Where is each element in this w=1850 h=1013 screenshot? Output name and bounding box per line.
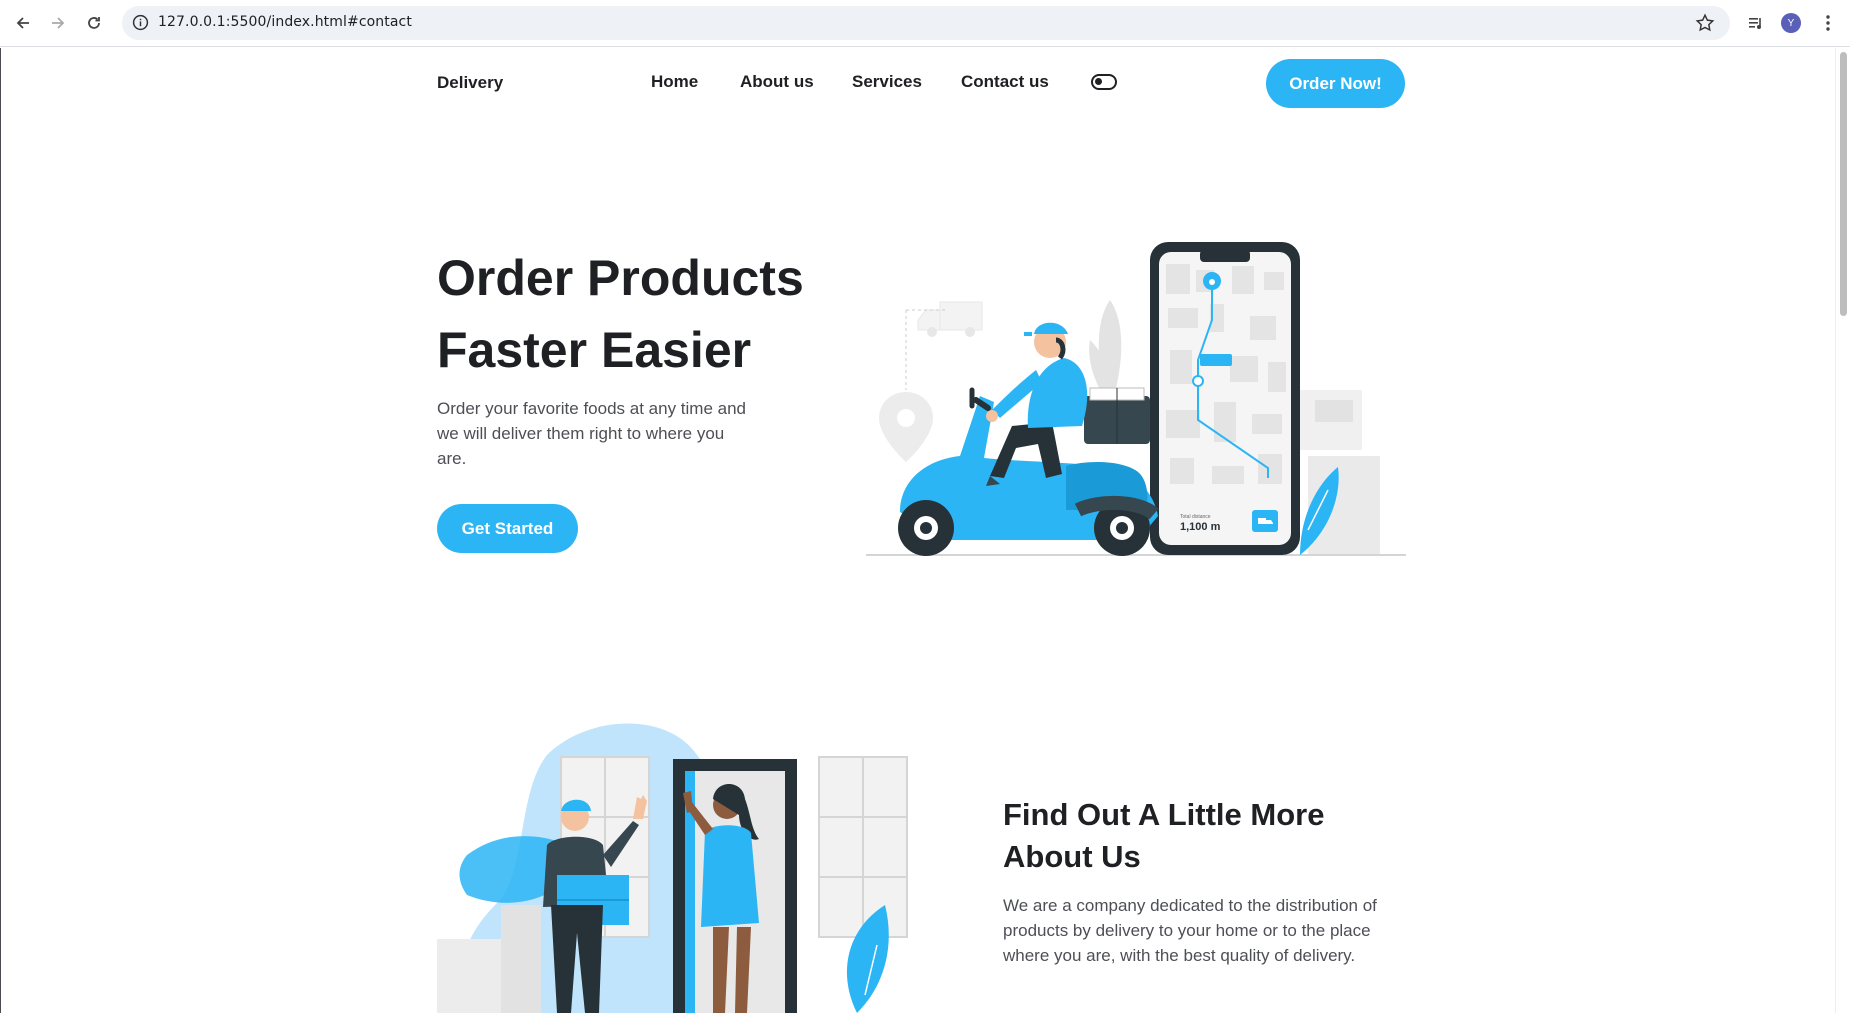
nav-link-contact[interactable]: Contact us — [961, 72, 1049, 92]
browser-toolbar: 127.0.0.1:5500/index.html#contact Y — [0, 0, 1850, 47]
nav-link-home[interactable]: Home — [651, 72, 698, 92]
about-title-line2: About Us — [1003, 839, 1141, 874]
url-text[interactable]: 127.0.0.1:5500/index.html#contact — [158, 14, 412, 30]
about-title: Find Out A Little More About Us — [1003, 794, 1383, 878]
page-scrollbar[interactable] — [1835, 48, 1850, 1013]
browser-menu-icon[interactable] — [1815, 10, 1841, 36]
about-description: We are a company dedicated to the distri… — [1003, 896, 1377, 965]
truck-icon — [917, 301, 983, 337]
address-bar[interactable]: 127.0.0.1:5500/index.html#contact — [122, 6, 1730, 40]
order-now-button[interactable]: Order Now! — [1266, 59, 1405, 108]
hero-title: Order Products Faster Easier — [437, 242, 857, 386]
media-control-icon[interactable] — [1743, 10, 1769, 36]
window-edge — [0, 48, 1, 1013]
forward-icon[interactable] — [45, 10, 71, 36]
phone-distance-label: Total distance — [1180, 514, 1211, 520]
about-title-line1: Find Out A Little More — [1003, 797, 1325, 832]
theme-toggle-icon[interactable] — [1091, 74, 1117, 90]
window-icon — [818, 756, 908, 938]
get-started-button[interactable]: Get Started — [437, 504, 578, 553]
delivery-scooter-illustration: Total distance 1,100 m — [866, 242, 1406, 556]
scrollbar-thumb[interactable] — [1840, 52, 1847, 316]
reload-icon[interactable] — [81, 10, 107, 36]
profile-avatar[interactable]: Y — [1778, 10, 1804, 36]
bookmark-star-icon[interactable] — [1694, 12, 1716, 34]
site-logo[interactable]: Delivery — [437, 73, 503, 93]
back-icon[interactable] — [10, 10, 36, 36]
hero-title-line2: Faster Easier — [437, 322, 752, 378]
delivery-handoff-illustration — [437, 723, 908, 1013]
hero-description: Order your favorite foods at any time an… — [437, 399, 746, 468]
site-info-icon[interactable] — [132, 14, 149, 31]
phone-distance-value: 1,100 m — [1180, 521, 1221, 533]
nav-link-services[interactable]: Services — [852, 72, 922, 92]
nav-link-about[interactable]: About us — [740, 72, 814, 92]
hero-title-line1: Order Products — [437, 250, 804, 306]
